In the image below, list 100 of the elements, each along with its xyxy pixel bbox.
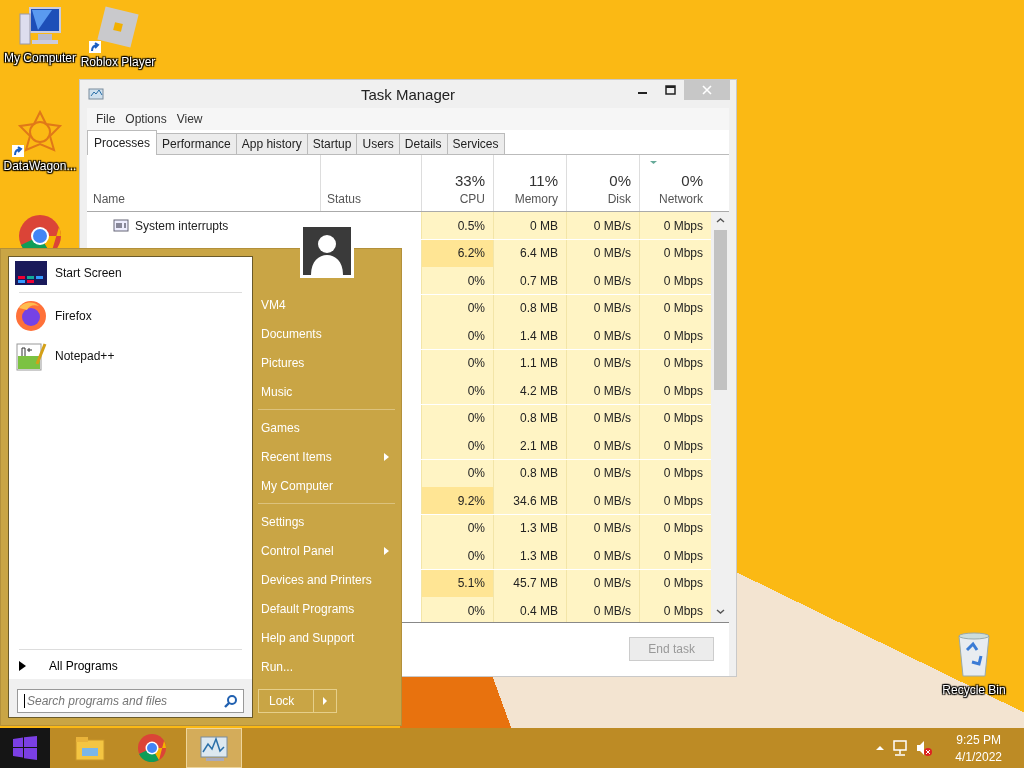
close-icon[interactable] xyxy=(702,85,712,95)
program-item[interactable]: Firefox xyxy=(9,296,252,336)
table-cell: 0 MB/s xyxy=(566,569,639,597)
table-cell: 0 Mbps xyxy=(639,239,711,267)
desktop-icon-label[interactable]: My Computer xyxy=(4,51,76,65)
chrome-icon[interactable] xyxy=(137,733,167,763)
task-manager-icon xyxy=(88,86,104,102)
table-cell: 0 MB/s xyxy=(566,294,639,322)
start-menu-link[interactable]: Help and Support xyxy=(258,623,395,652)
network-icon[interactable] xyxy=(892,740,909,756)
program-item[interactable]: Start Screen xyxy=(9,257,252,289)
windows-logo-icon[interactable] xyxy=(13,736,37,760)
start-menu-link[interactable]: Run... xyxy=(258,652,395,681)
table-cell: 9.2% xyxy=(421,487,493,515)
column-header[interactable]: Disk xyxy=(607,192,631,206)
clock-time[interactable]: 9:25 PM xyxy=(956,732,1001,747)
table-cell: 0.8 MB xyxy=(493,294,566,322)
start-menu-link[interactable]: Recent Items xyxy=(258,442,395,471)
column-header[interactable]: CPU xyxy=(459,192,485,206)
start-menu-link[interactable]: Games xyxy=(258,413,395,442)
desktop-icon-label[interactable]: Recycle Bin xyxy=(942,683,1006,697)
desktop-icon-label[interactable]: Roblox Player xyxy=(80,55,156,69)
table-cell: 0 Mbps xyxy=(639,294,711,322)
table-cell: 1.3 MB xyxy=(493,514,566,542)
start-menu-link[interactable]: Settings xyxy=(258,507,395,536)
table-cell: 0% xyxy=(421,459,493,487)
table-cell: 0 Mbps xyxy=(639,542,711,570)
firefox-icon xyxy=(15,300,47,332)
table-cell: 0 MB/s xyxy=(566,432,639,460)
start-menu-link[interactable]: Music xyxy=(258,377,395,406)
menu-item[interactable]: Options xyxy=(120,112,172,126)
start-menu-link[interactable]: Pictures xyxy=(258,348,395,377)
table-cell: 0 MB/s xyxy=(566,514,639,542)
table-cell: 0 Mbps xyxy=(639,267,711,295)
speaker-icon[interactable] xyxy=(916,739,934,757)
shortcut-arrow-icon xyxy=(89,41,101,53)
shortcut-arrow-icon xyxy=(12,145,24,157)
all-programs-item[interactable]: All Programs xyxy=(9,653,252,679)
taskbar-button[interactable] xyxy=(186,728,242,768)
table-cell: 0 Mbps xyxy=(639,377,711,405)
table-cell: 0 Mbps xyxy=(639,212,711,239)
start-menu-link[interactable]: VM4 xyxy=(258,290,395,319)
table-cell: 0 MB/s xyxy=(566,404,639,432)
tab[interactable]: Processes xyxy=(87,130,158,155)
start-menu-link[interactable]: Control Panel xyxy=(258,536,395,565)
tab[interactable]: Services xyxy=(446,133,505,154)
column-total: 11% xyxy=(529,172,558,189)
tab[interactable]: App history xyxy=(235,133,308,154)
column-total: 0% xyxy=(609,172,631,189)
table-cell: 0% xyxy=(421,404,493,432)
window-title: Task Manager xyxy=(359,85,457,103)
table-cell: 34.6 MB xyxy=(493,487,566,515)
table-cell: 0.5% xyxy=(421,212,493,239)
desktop-icon-label[interactable]: DataWagon... xyxy=(3,159,77,173)
start-menu-link[interactable]: Documents xyxy=(258,319,395,348)
clock-date[interactable]: 4/1/2022 xyxy=(955,749,1002,764)
table-cell: 0% xyxy=(421,377,493,405)
maximize-icon[interactable] xyxy=(664,84,676,96)
table-cell: 0% xyxy=(421,514,493,542)
tab[interactable]: Details xyxy=(398,133,448,154)
scrollbar[interactable] xyxy=(711,212,729,622)
user-avatar-icon xyxy=(300,224,354,278)
column-header[interactable]: Status xyxy=(327,192,413,206)
start-menu-link[interactable]: My Computer xyxy=(258,471,395,500)
start-menu-link[interactable]: Devices and Printers xyxy=(258,565,395,594)
tab[interactable]: Users xyxy=(356,133,400,154)
table-cell: 0 Mbps xyxy=(639,597,711,622)
menu-item[interactable]: View xyxy=(171,112,208,126)
search-field[interactable]: Search programs and files xyxy=(17,689,244,713)
column-total: 0% xyxy=(681,172,703,189)
table-cell: 0% xyxy=(421,597,493,622)
column-total: 33% xyxy=(454,172,485,189)
column-header[interactable]: Name xyxy=(93,192,312,206)
table-cell: 0% xyxy=(421,542,493,570)
table-cell: 5.1% xyxy=(421,569,493,597)
computer-icon xyxy=(16,6,64,46)
table-cell: 0 MB/s xyxy=(566,349,639,377)
search-icon xyxy=(224,694,237,708)
table-cell: 0.4 MB xyxy=(493,597,566,622)
column-header[interactable]: Network xyxy=(659,192,703,206)
table-cell: 1.1 MB xyxy=(493,349,566,377)
column-header[interactable]: Memory xyxy=(514,192,558,206)
table-cell: 0 Mbps xyxy=(639,322,711,350)
table-cell: 45.7 MB xyxy=(493,569,566,597)
caret-icon[interactable] xyxy=(323,697,327,705)
tab[interactable]: Performance xyxy=(156,133,237,154)
table-cell: 0.8 MB xyxy=(493,459,566,487)
start-menu-link[interactable]: Default Programs xyxy=(258,594,395,623)
chevron-up-icon[interactable] xyxy=(876,745,885,751)
table-cell: 0 MB/s xyxy=(566,322,639,350)
table-cell: 0 Mbps xyxy=(639,514,711,542)
program-item[interactable]: Notepad++ xyxy=(9,336,252,376)
table-cell: 4.2 MB xyxy=(493,377,566,405)
table-cell: 0 MB/s xyxy=(566,267,639,295)
table-cell: 0 Mbps xyxy=(639,432,711,460)
table-cell: 0 Mbps xyxy=(639,404,711,432)
menu-item[interactable]: File xyxy=(91,112,121,126)
table-cell: 0 MB/s xyxy=(566,239,639,267)
tab[interactable]: Startup xyxy=(306,133,358,154)
triangle-icon xyxy=(19,661,26,671)
